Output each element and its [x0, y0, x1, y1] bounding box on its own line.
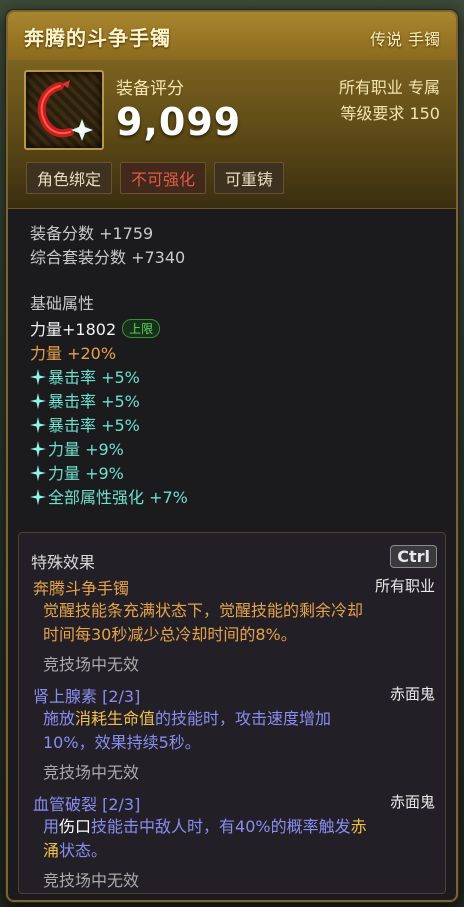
item-name: 奔腾的斗争手镯 [24, 26, 171, 50]
item-rarity: 传说 [369, 30, 402, 49]
strength-stat: 力量+1802 上限 [30, 316, 161, 340]
desc-text: 用 [43, 817, 60, 836]
effect-desc-line: 觉醒技能条充满状态下，觉醒技能的剩余冷却 [43, 601, 364, 620]
sparkle-icon [30, 441, 46, 457]
bonus-stat-label: 力量 +9% [48, 440, 124, 459]
desc-highlight: 伤口 [59, 817, 92, 836]
bonus-stat: 力量 +9% [30, 460, 124, 484]
effect-desc-line: 10%，效果持续5秒。 [43, 733, 201, 752]
level-requirement: 等级要求 150 [340, 104, 440, 123]
bonus-stat-label: 全部属性强化 +7% [48, 488, 188, 507]
desc-text: 状态。 [59, 841, 108, 860]
bonus-stat: 暴击率 +5% [30, 388, 140, 412]
effect-description: 用伤口技能击中敌人时，有40%的概率触发赤 涌状态。 [43, 815, 435, 863]
desc-text: 的技能时，攻击速度增加 [155, 709, 332, 728]
set-points: 综合套装分数 +7340 [30, 248, 186, 267]
special-effects-title: 特殊效果 [31, 553, 96, 572]
strength-value: 力量+1802 [30, 320, 117, 339]
bonus-stat: 暴击率 +5% [30, 364, 140, 388]
effect-note: 竞技场中无效 [43, 655, 140, 674]
equip-points: 装备分数 +1759 [30, 224, 154, 243]
effect-class: 赤面鬼 [389, 793, 435, 811]
effect-description: 觉醒技能条充满状态下，觉醒技能的剩余冷却 时间每30秒减少总冷却时间的8%。 [43, 599, 435, 647]
bonus-stat-label: 力量 +9% [48, 464, 124, 483]
tag-bound: 角色绑定 [26, 162, 113, 194]
desc-highlight: 消耗生命值 [75, 709, 156, 728]
bonus-stat-label: 暴击率 +5% [48, 416, 140, 435]
item-type: 手镯 [407, 30, 440, 49]
sparkle-icon [30, 465, 46, 481]
bonus-stat-label: 暴击率 +5% [48, 368, 140, 387]
tag-not-enhanceable: 不可强化 [120, 162, 207, 194]
effect-note: 竞技场中无效 [43, 763, 140, 782]
tooltip-header: 奔腾的斗争手镯 传说 手镯 [8, 12, 456, 61]
effect-name: 奔腾斗争手镯 [33, 579, 130, 598]
sparkle-icon [30, 489, 46, 505]
effect-desc-line: 用伤口技能击中敌人时，有40%的概率触发赤 [43, 815, 435, 839]
percent-strength: 力量 +20% [30, 344, 117, 363]
item-tags: 角色绑定 不可强化 可重铸 [26, 162, 285, 194]
tag-reforgeable: 可重铸 [214, 162, 285, 194]
desc-highlight: 赤 [350, 817, 367, 836]
bonus-stat-label: 暴击率 +5% [48, 392, 140, 411]
bonus-stat: 暴击率 +5% [30, 412, 140, 436]
desc-highlight: 涌 [43, 841, 60, 860]
effect-desc-line: 涌状态。 [43, 839, 435, 863]
special-effects-panel: 特殊效果 Ctrl 奔腾斗争手镯 所有职业 觉醒技能条充满状态下，觉醒技能的剩余… [18, 532, 446, 894]
effect-note: 竞技场中无效 [43, 871, 140, 890]
desc-text: 技能击中敌人时，有40%的概率触发 [91, 817, 351, 836]
desc-text: 施放 [43, 709, 76, 728]
score-label: 装备评分 [116, 79, 184, 99]
score-value: 9,099 [116, 100, 242, 144]
sparkle-icon [30, 417, 46, 433]
item-summary: 装备评分 9,099 所有职业 专属 等级要求 150 角色绑定 不可强化 可重… [8, 60, 456, 209]
effect-desc-line: 时间每30秒减少总冷却时间的8%。 [43, 625, 297, 644]
effect-desc-line: 施放消耗生命值的技能时，攻击速度增加 [43, 707, 435, 731]
effect-name: 肾上腺素 [2/3] [33, 687, 141, 706]
bonus-stat: 全部属性强化 +7% [30, 484, 188, 508]
bracelet-icon [24, 70, 104, 150]
effect-description: 施放消耗生命值的技能时，攻击速度增加 10%，效果持续5秒。 [43, 707, 435, 755]
job-restriction: 所有职业 专属 [338, 78, 440, 97]
sparkle-icon [30, 369, 46, 385]
cap-badge: 上限 [122, 319, 161, 338]
ctrl-key-hint[interactable]: Ctrl [390, 545, 437, 568]
bonus-stat: 力量 +9% [30, 436, 124, 460]
item-rarity-type: 传说 手镯 [370, 26, 440, 50]
sparkle-icon [30, 393, 46, 409]
effect-name: 血管破裂 [2/3] [33, 795, 141, 814]
base-stats-header: 基础属性 [30, 294, 95, 313]
effect-class: 赤面鬼 [389, 685, 435, 703]
effect-class: 所有职业 [374, 577, 435, 595]
item-tooltip: 奔腾的斗争手镯 传说 手镯 装备评分 9,099 所有职业 专属 等级要求 150… [6, 10, 458, 902]
